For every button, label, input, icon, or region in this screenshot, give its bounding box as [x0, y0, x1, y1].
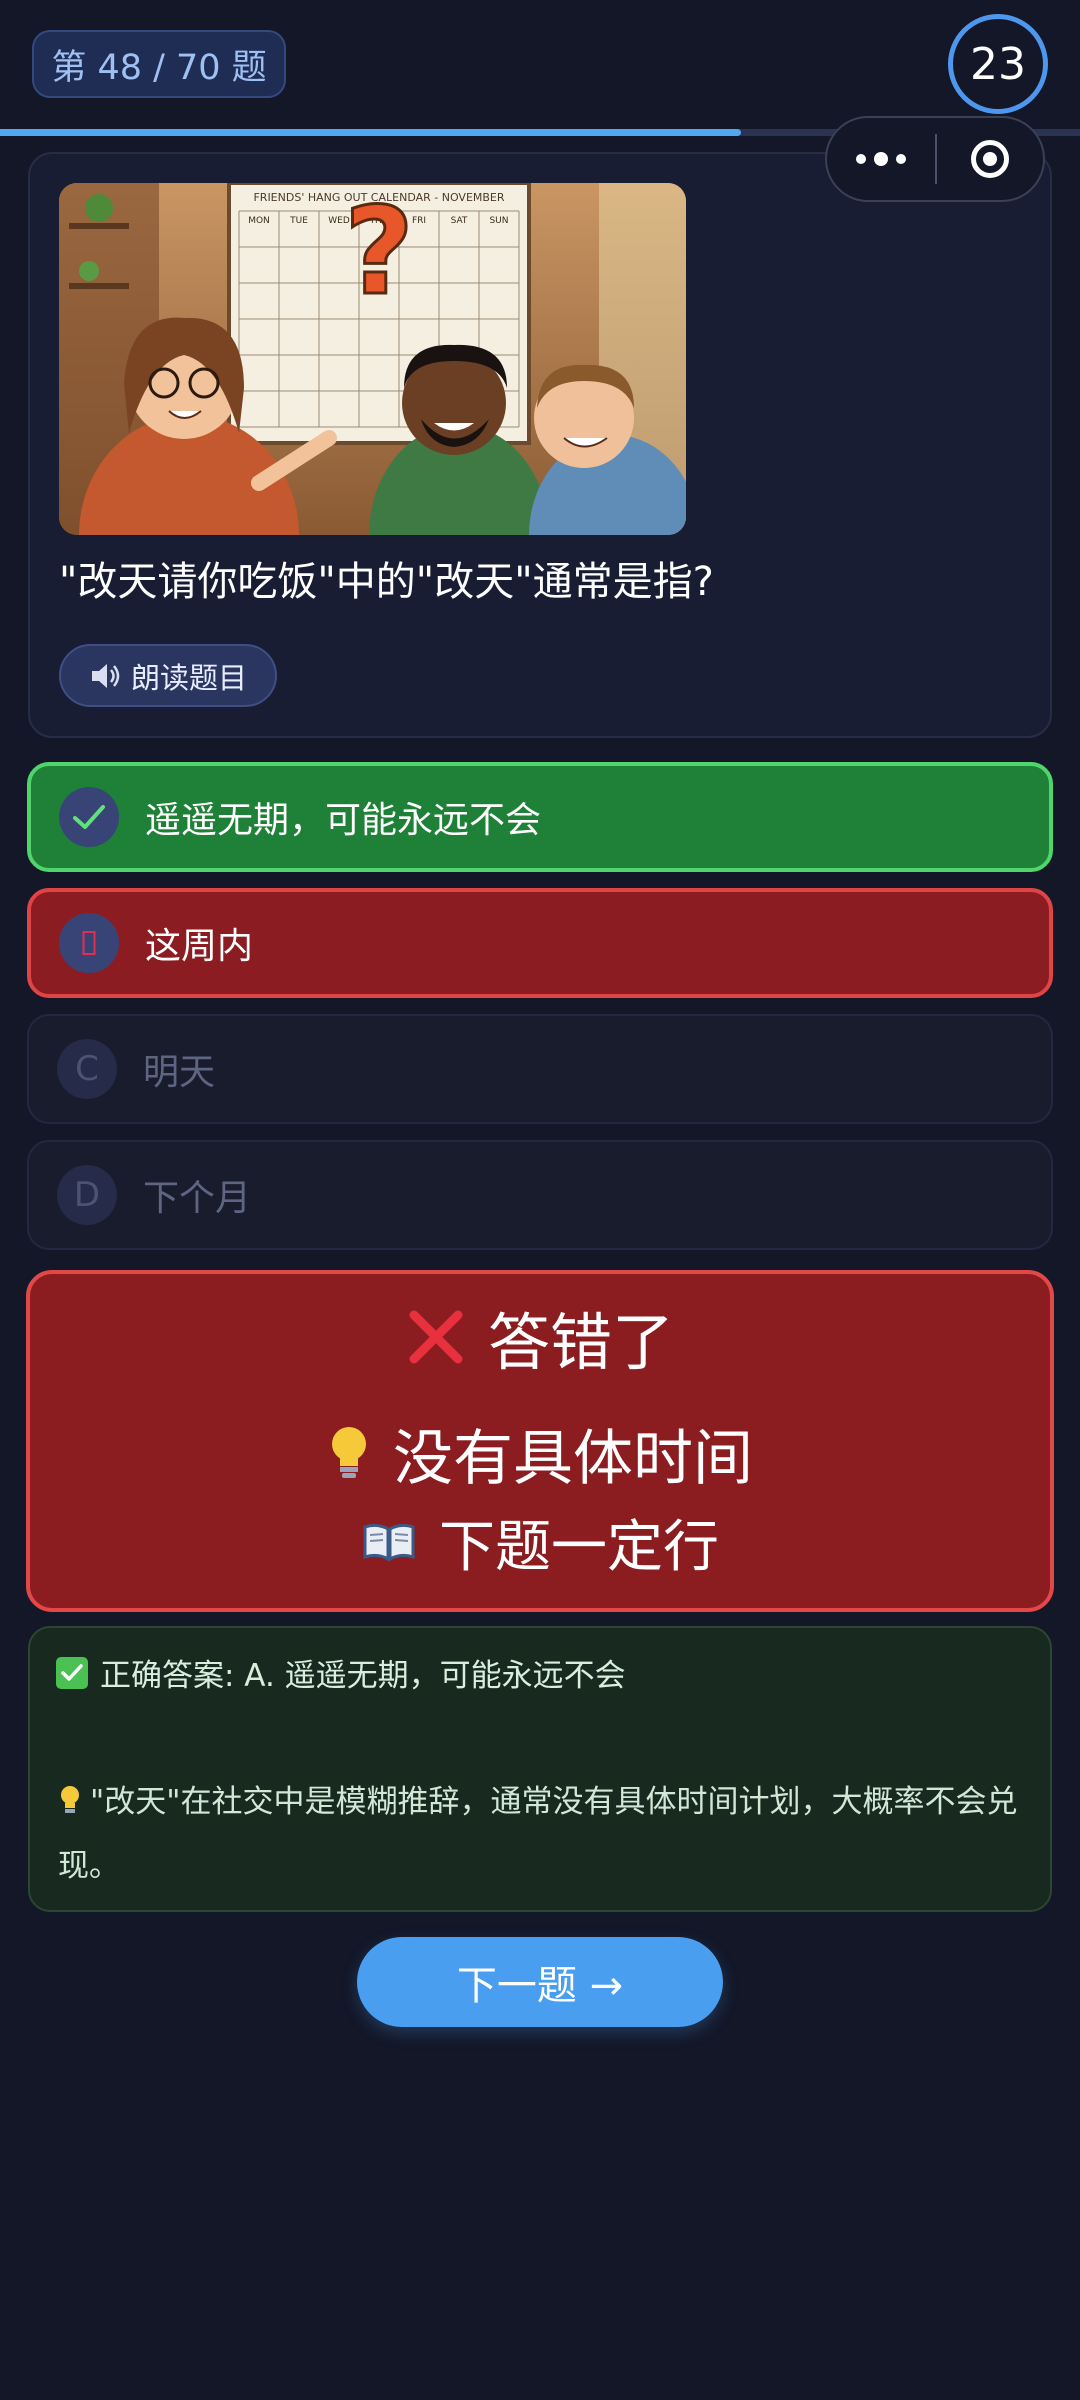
feedback-encourage: 下题一定行: [439, 1514, 719, 1580]
option-d[interactable]: D 下个月: [27, 1140, 1053, 1250]
check-box-icon: [56, 1656, 88, 1689]
read-question-label: 朗读题目: [130, 660, 247, 695]
check-icon: [59, 787, 119, 847]
option-d-letter: D: [57, 1165, 117, 1225]
correct-answer-row: 正确答案: A. 遥遥无期，可能永远不会: [56, 1650, 626, 1695]
lightbulb-small-icon: [61, 1786, 79, 1813]
read-question-button[interactable]: 朗读题目: [59, 644, 277, 707]
feedback-title: 答错了: [487, 1306, 674, 1379]
close-miniprogram-button[interactable]: [937, 118, 1043, 200]
feedback-hint-row: 没有具体时间: [26, 1408, 1054, 1498]
target-close-icon: [971, 140, 1009, 178]
feedback-encourage-row: 下题一定行: [26, 1502, 1054, 1582]
option-a-label: 遥遥无期，可能永远不会: [145, 800, 542, 841]
question-text: "改天请你吃饭"中的"改天"通常是指?: [59, 559, 714, 605]
option-a[interactable]: 遥遥无期，可能永远不会: [27, 762, 1053, 872]
option-d-label: 下个月: [143, 1178, 252, 1219]
correct-answer-text: 正确答案: A. 遥遥无期，可能永远不会: [100, 1658, 626, 1694]
more-dots-icon: [856, 154, 866, 164]
svg-text:?: ?: [344, 183, 414, 322]
explanation-text: "改天"在社交中是模糊推辞，通常没有具体时间计划，大概率不会兑现。: [58, 1770, 1028, 1898]
countdown-timer: 23: [948, 14, 1048, 114]
calendar-day-tue: TUE: [289, 216, 308, 226]
calendar-day-fri: FRI: [412, 216, 426, 226]
option-c[interactable]: C 明天: [27, 1014, 1053, 1124]
question-counter: 第 48 / 70 题: [32, 30, 286, 98]
option-c-label: 明天: [143, 1052, 216, 1093]
explanation-body: "改天"在社交中是模糊推辞，通常没有具体时间计划，大概率不会兑现。: [58, 1784, 1018, 1884]
next-question-button[interactable]: 下一题 →: [357, 1937, 723, 2027]
feedback-hint: 没有具体时间: [393, 1423, 753, 1494]
cross-mark-icon: [409, 1310, 463, 1364]
question-image: FRIENDS' HANG OUT CALENDAR - NOVEMBER MO…: [59, 183, 686, 535]
open-book-icon: [363, 1523, 415, 1562]
lightbulb-icon: [332, 1427, 366, 1478]
friends-calendar-illustration: FRIENDS' HANG OUT CALENDAR - NOVEMBER MO…: [59, 183, 686, 535]
calendar-day-sat: SAT: [451, 216, 468, 226]
option-c-letter: C: [57, 1039, 117, 1099]
option-b-label: 这周内: [145, 926, 254, 967]
next-question-label: 下一题 →: [456, 1963, 624, 2009]
option-b[interactable]: 这周内: [27, 888, 1053, 998]
progress-fill: [0, 129, 741, 136]
miniprogram-capsule: [825, 116, 1045, 202]
feedback-title-row: 答错了: [26, 1292, 1054, 1382]
speaker-icon: [91, 663, 120, 688]
calendar-day-mon: MON: [248, 216, 270, 226]
more-menu-button[interactable]: [827, 118, 935, 200]
missing-glyph-icon: [59, 913, 119, 973]
calendar-day-sun: SUN: [489, 216, 508, 226]
